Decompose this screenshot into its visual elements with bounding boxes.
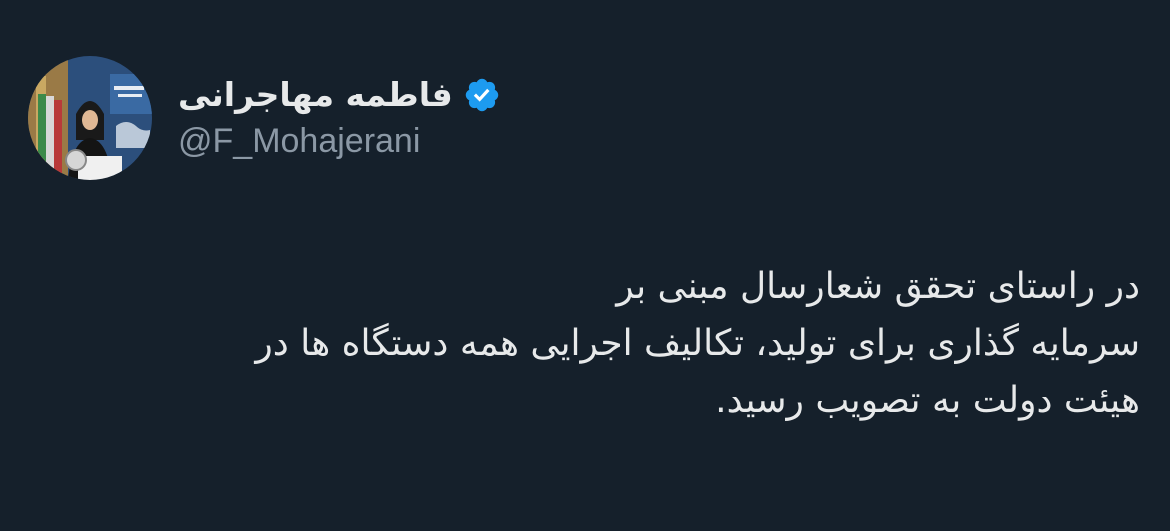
display-name-row: فاطمه مهاجرانی [178,73,501,117]
display-name[interactable]: فاطمه مهاجرانی [178,73,453,117]
avatar[interactable] [28,56,152,180]
verified-badge-icon [465,78,498,112]
tweet-text: در راستای تحقق شعارسال مبنی بر سرمایه گذ… [255,266,1140,421]
avatar-photo-icon [28,56,152,180]
user-handle[interactable]: @F_Mohajerani [178,119,501,163]
user-names: فاطمه مهاجرانی @F_Mohajerani [178,73,501,163]
tweet-card: فاطمه مهاجرانی @F_Mohajerani در راستای ت… [0,0,1170,531]
tweet-header: فاطمه مهاجرانی @F_Mohajerani [28,55,501,181]
